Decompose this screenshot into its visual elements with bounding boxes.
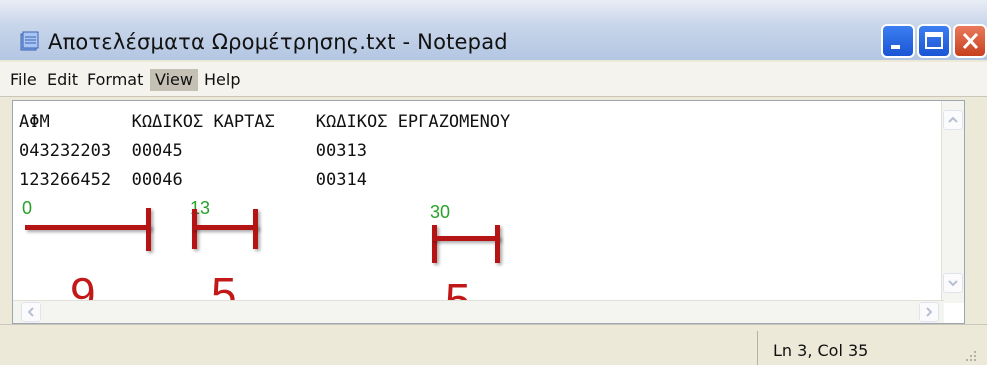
notepad-icon xyxy=(20,31,39,51)
resize-grip-icon[interactable] xyxy=(965,350,977,362)
title-bar[interactable]: Αποτελέσματα Ωρομέτρησης.txt - Notepad xyxy=(0,0,987,60)
chevron-down-icon xyxy=(948,280,958,287)
maximize-button[interactable] xyxy=(917,24,951,58)
length-bar-employee-end xyxy=(495,225,500,263)
length-bar-afm xyxy=(25,225,151,230)
status-bar: Ln 3, Col 35 xyxy=(0,324,987,365)
length-bar-employee xyxy=(432,236,500,241)
maximize-icon xyxy=(925,32,943,49)
window-title: Αποτελέσματα Ωρομέτρησης.txt - Notepad xyxy=(48,30,508,54)
notepad-window: Αποτελέσματα Ωρομέτρησης.txt - Notepad F… xyxy=(0,0,987,365)
menu-format[interactable]: Format xyxy=(82,69,148,91)
cursor-position: Ln 3, Col 35 xyxy=(773,341,869,360)
length-bar-afm-end xyxy=(146,208,151,251)
offset-label-employee: 30 xyxy=(430,202,451,222)
horizontal-scrollbar[interactable] xyxy=(13,300,944,323)
text-line-1: 043232203 00045 00313 xyxy=(19,141,367,161)
close-icon xyxy=(962,32,979,50)
text-line-2: 123266452 00046 00314 xyxy=(19,170,367,190)
length-bar-employee-start xyxy=(432,225,437,263)
scroll-left-button[interactable] xyxy=(21,302,41,322)
menu-view[interactable]: View xyxy=(150,69,198,91)
chevron-up-icon xyxy=(948,116,958,123)
vertical-scrollbar[interactable] xyxy=(941,101,964,303)
menu-file[interactable]: File xyxy=(5,69,42,91)
length-bar-card-end xyxy=(253,209,258,249)
minimize-button[interactable] xyxy=(881,24,915,58)
offset-label-afm: 0 xyxy=(22,198,33,218)
chevron-left-icon xyxy=(27,307,34,317)
minimize-icon xyxy=(891,45,900,49)
menu-bar: File Edit Format View Help xyxy=(0,62,987,97)
menu-edit[interactable]: Edit xyxy=(42,69,83,91)
chevron-right-icon xyxy=(926,307,933,317)
close-button[interactable] xyxy=(953,24,987,58)
text-line-header: ΑΦΜ ΚΩΔΙΚΟΣ ΚΑΡΤΑΣ ΚΩΔΙΚΟΣ ΕΡΓΑΖΟΜΕΝΟΥ xyxy=(19,112,511,132)
length-bar-card xyxy=(192,225,258,230)
menu-help[interactable]: Help xyxy=(199,69,245,91)
scroll-up-button[interactable] xyxy=(943,110,963,130)
text-editor[interactable]: ΑΦΜ ΚΩΔΙΚΟΣ ΚΑΡΤΑΣ ΚΩΔΙΚΟΣ ΕΡΓΑΖΟΜΕΝΟΥ 0… xyxy=(12,100,965,326)
scroll-down-button[interactable] xyxy=(943,273,963,293)
status-divider xyxy=(757,331,758,365)
scroll-right-button[interactable] xyxy=(919,302,939,322)
